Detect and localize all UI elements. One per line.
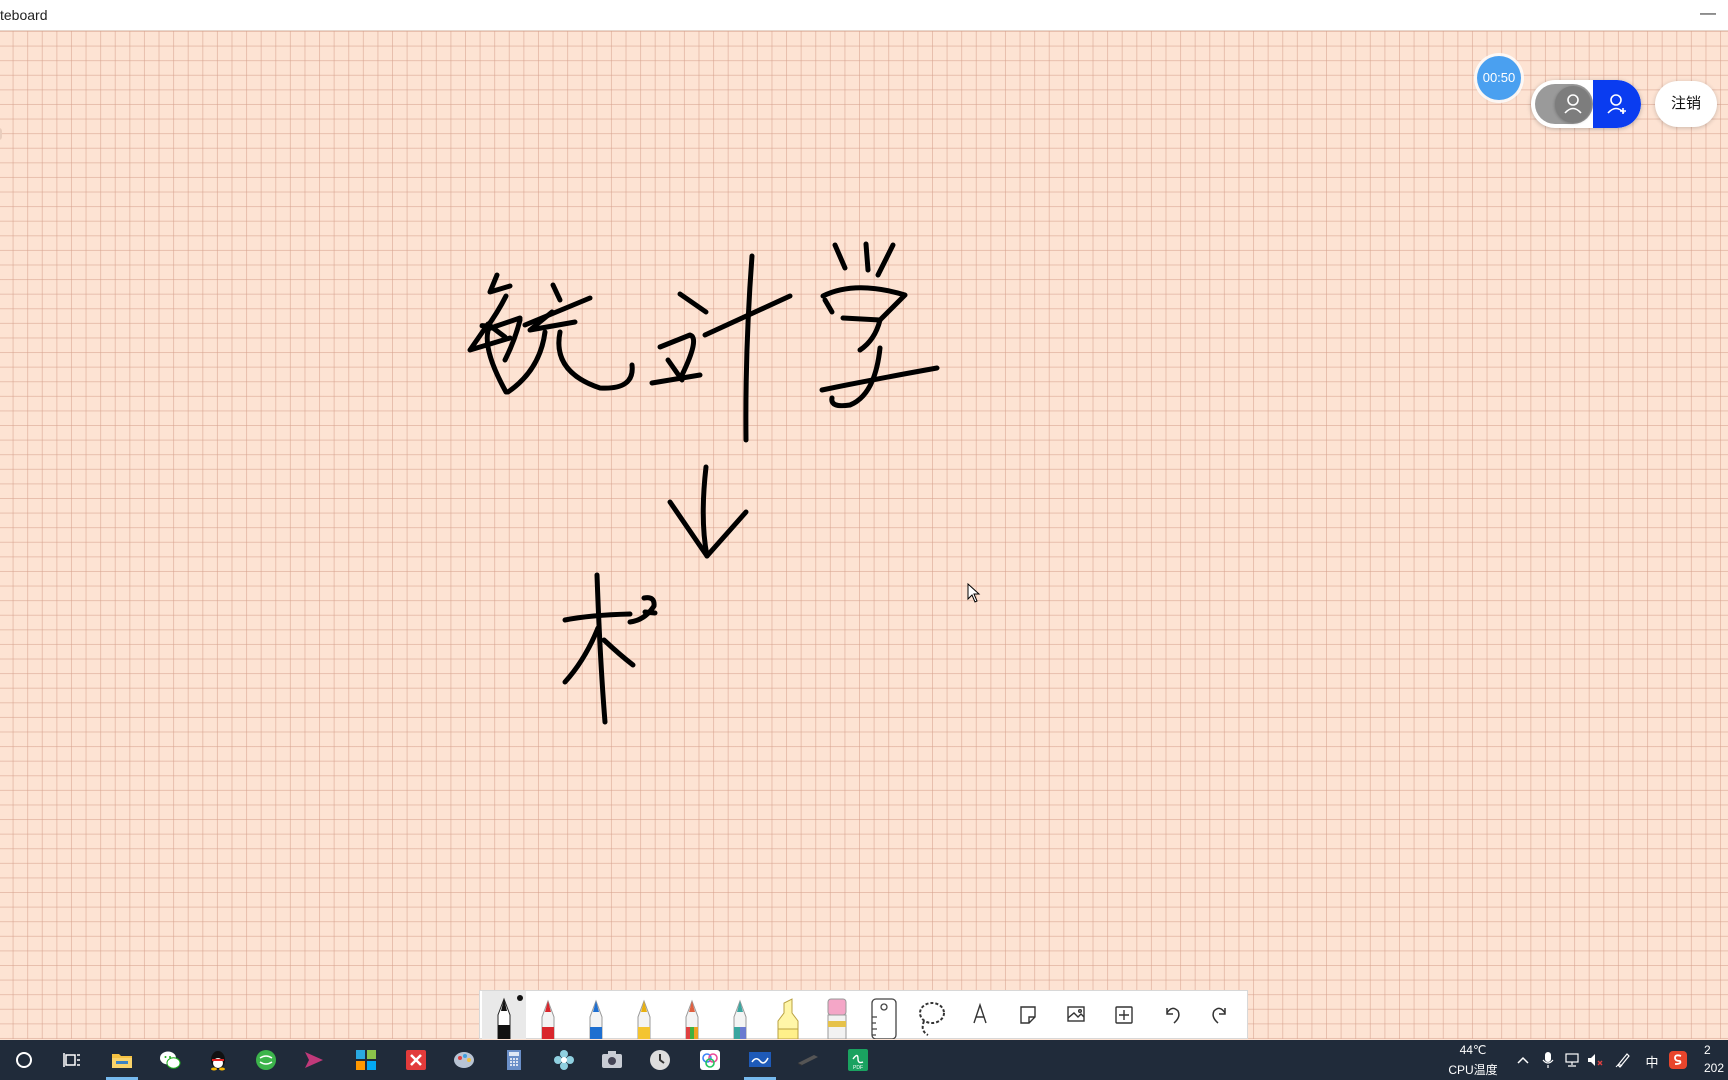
tiles-icon[interactable] bbox=[342, 1040, 390, 1080]
xmind-icon[interactable] bbox=[392, 1040, 440, 1080]
sogou-ime-icon[interactable] bbox=[1668, 1050, 1688, 1070]
cpu-temperature: 44℃ bbox=[1459, 1043, 1487, 1057]
redo-icon[interactable] bbox=[1198, 991, 1242, 1039]
session-timer[interactable]: 00:50 bbox=[1477, 56, 1521, 100]
clock-icon[interactable] bbox=[636, 1040, 684, 1080]
input-method-indicator[interactable]: 中 bbox=[1643, 1052, 1661, 1071]
blue-pen-icon[interactable] bbox=[574, 991, 618, 1039]
rainbow-pen-icon[interactable] bbox=[670, 991, 714, 1039]
toggle-track bbox=[1535, 84, 1593, 124]
palette-icon[interactable] bbox=[440, 1040, 488, 1080]
pen-ink-icon[interactable] bbox=[1614, 1051, 1632, 1069]
text-icon[interactable] bbox=[958, 991, 1002, 1039]
user-mode-toggle[interactable] bbox=[1531, 80, 1641, 128]
lasso-icon[interactable] bbox=[910, 991, 954, 1039]
clock-time[interactable]: 2 bbox=[1704, 1043, 1728, 1057]
svg-text:PDF: PDF bbox=[853, 1065, 863, 1071]
eraser-icon[interactable] bbox=[814, 991, 858, 1039]
task-view-icon[interactable] bbox=[48, 1040, 96, 1080]
clock-date[interactable]: 202 bbox=[1704, 1061, 1728, 1075]
teal-pen-icon[interactable] bbox=[718, 991, 762, 1039]
title-bar: teboard — bbox=[0, 0, 1728, 31]
cpu-temperature-label: CPU温度 bbox=[1448, 1063, 1498, 1077]
qq-penguin-icon[interactable] bbox=[194, 1040, 242, 1080]
tablet-icon[interactable] bbox=[784, 1040, 832, 1080]
handwriting-ink bbox=[467, 241, 940, 725]
image-icon[interactable] bbox=[1054, 991, 1098, 1039]
microphone-icon[interactable] bbox=[1541, 1051, 1555, 1069]
logout-button[interactable]: 注销 bbox=[1655, 81, 1717, 127]
cortana-circle-icon[interactable] bbox=[0, 1040, 48, 1080]
whiteboard-canvas[interactable] bbox=[0, 31, 1728, 1039]
camera-icon[interactable] bbox=[588, 1040, 636, 1080]
calculator-icon[interactable] bbox=[490, 1040, 538, 1080]
red-pen-icon[interactable] bbox=[526, 991, 570, 1039]
yellow-pen-icon[interactable] bbox=[622, 991, 666, 1039]
volume-muted-icon[interactable] bbox=[1586, 1052, 1604, 1068]
mouse-cursor-icon bbox=[967, 583, 981, 603]
whiteboard-icon[interactable] bbox=[736, 1040, 784, 1080]
drawing-toolbar bbox=[479, 990, 1248, 1039]
pdf-icon[interactable]: PDF bbox=[834, 1040, 882, 1080]
chevron-up-icon[interactable] bbox=[1516, 1053, 1530, 1067]
minimize-button[interactable]: — bbox=[1696, 2, 1720, 26]
windows-taskbar: PDF 44℃ CPU温度 中 2 202 bbox=[0, 1040, 1728, 1080]
flower-icon[interactable] bbox=[540, 1040, 588, 1080]
window-title: teboard bbox=[0, 7, 48, 23]
paper-plane-icon[interactable] bbox=[290, 1040, 338, 1080]
highlighter-icon[interactable] bbox=[766, 991, 810, 1039]
green-circle-icon[interactable] bbox=[242, 1040, 290, 1080]
undo-icon[interactable] bbox=[1150, 991, 1194, 1039]
folder-icon[interactable] bbox=[98, 1040, 146, 1080]
photos-icon[interactable] bbox=[686, 1040, 734, 1080]
add-icon[interactable] bbox=[1102, 991, 1146, 1039]
sticky-note-icon[interactable] bbox=[1006, 991, 1050, 1039]
black-pen-icon[interactable] bbox=[482, 991, 526, 1039]
user-add-icon[interactable] bbox=[1593, 80, 1641, 128]
network-icon[interactable] bbox=[1563, 1052, 1581, 1068]
ruler-icon[interactable] bbox=[862, 991, 906, 1039]
user-icon[interactable] bbox=[1555, 86, 1591, 122]
wechat-icon[interactable] bbox=[146, 1040, 194, 1080]
